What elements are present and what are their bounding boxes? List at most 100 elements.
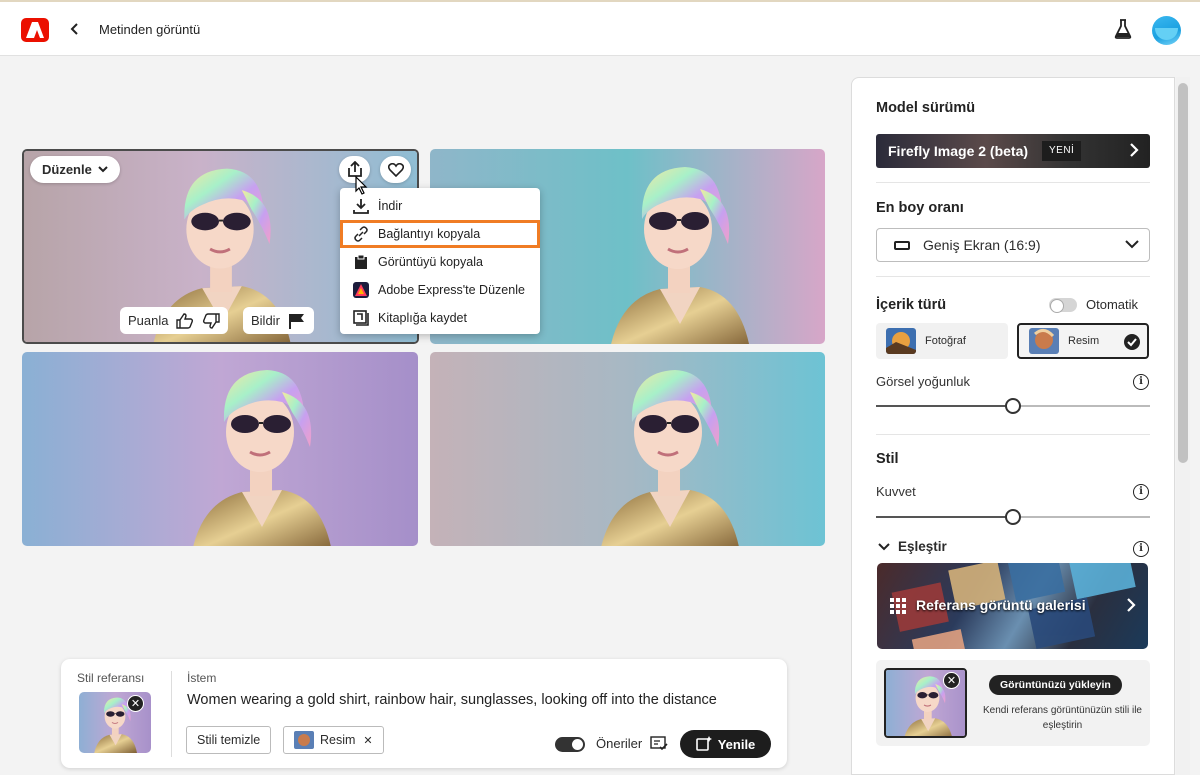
gallery-label: Referans görüntü galerisi	[916, 597, 1086, 613]
style-reference-label: Stil referansı	[77, 671, 145, 685]
model-version-title: Model sürümü	[876, 100, 976, 116]
strength-label: Kuvvet	[876, 484, 916, 499]
top-bar: Metinden görüntü	[0, 0, 1200, 56]
close-icon[interactable]: ✕	[363, 734, 372, 747]
slider-fill	[876, 405, 1013, 407]
photo-thumbnail	[886, 328, 916, 354]
chevron-right-icon	[1127, 598, 1136, 612]
upload-image-button[interactable]: Görüntünüzü yükleyin	[989, 675, 1122, 695]
chevron-down-icon	[98, 166, 108, 173]
info-icon[interactable]: i	[1133, 541, 1149, 557]
flask-icon[interactable]	[1114, 19, 1132, 44]
menu-item-label: Kitaplığa kaydet	[378, 311, 467, 325]
suggestions-label: Öneriler	[596, 736, 643, 751]
page-title: Metinden görüntü	[99, 22, 201, 37]
aspect-ratio-title: En boy oranı	[876, 200, 964, 216]
heart-icon	[387, 162, 404, 177]
scroll-thumb[interactable]	[1178, 83, 1188, 463]
prompt-bar: Stil referansı ✕ İstem Women wearing a g…	[61, 659, 787, 768]
model-version-button[interactable]: Firefly Image 2 (beta) YENİ	[876, 134, 1150, 168]
prompt-label: İstem	[187, 671, 217, 685]
photo-label: Fotoğraf	[925, 335, 966, 347]
avatar[interactable]	[1152, 16, 1181, 45]
divider	[876, 276, 1150, 277]
menu-item-label: İndir	[378, 199, 403, 213]
divider	[876, 182, 1150, 183]
thumbs-down-icon[interactable]	[202, 312, 221, 329]
art-style-chip[interactable]: Resim ✕	[283, 726, 384, 754]
art-chip-thumbnail	[294, 731, 314, 749]
art-label: Resim	[1068, 335, 1100, 347]
slider-knob[interactable]	[1005, 398, 1021, 414]
generated-image-4[interactable]	[430, 352, 825, 546]
clear-style-button[interactable]: Stili temizle	[186, 726, 272, 754]
rate-pill: Puanla	[120, 307, 229, 334]
aspect-ratio-select[interactable]: Geniş Ekran (16:9)	[876, 228, 1150, 262]
chevron-down-icon	[1125, 240, 1139, 249]
upload-reference-box: ✕ Görüntünüzü yükleyin Kendi referans gö…	[876, 660, 1150, 746]
match-section-toggle[interactable]: Eşleştir	[878, 539, 947, 554]
art-chip-label: Resim	[320, 733, 356, 747]
menu-item-label: Adobe Express'te Düzenle	[378, 283, 525, 297]
remove-reference-icon[interactable]: ✕	[943, 672, 960, 689]
flag-icon	[288, 313, 304, 329]
new-badge: YENİ	[1042, 141, 1082, 161]
content-type-title: İçerik türü	[876, 297, 947, 313]
grid-icon	[890, 598, 906, 614]
visual-intensity-label: Görsel yoğunluk	[876, 374, 970, 389]
match-label: Eşleştir	[898, 539, 947, 554]
menu-item-label: Görüntüyü kopyala	[378, 255, 483, 269]
content-type-art[interactable]: Resim	[1017, 323, 1149, 359]
menu-item-adobe-express[interactable]: Adobe Express'te Düzenle	[340, 276, 540, 304]
report-label: Bildir	[251, 313, 280, 328]
back-chevron-icon[interactable]	[67, 19, 83, 39]
adobe-logo-icon[interactable]	[21, 18, 49, 42]
divider	[171, 671, 172, 757]
edit-dropdown-button[interactable]: Düzenle	[30, 156, 120, 183]
slider-fill	[876, 516, 1013, 518]
rate-label: Puanla	[128, 313, 169, 328]
generate-label: Yenile	[717, 736, 756, 752]
mouse-cursor-icon	[355, 176, 368, 195]
divider	[876, 434, 1150, 435]
aspect-ratio-value: Geniş Ekran (16:9)	[923, 237, 1041, 253]
visual-intensity-slider[interactable]	[876, 398, 1150, 414]
favorite-button[interactable]	[380, 156, 411, 183]
clipboard-icon	[352, 253, 370, 271]
edit-label: Düzenle	[42, 162, 92, 177]
content-type-photo[interactable]: Fotoğraf	[876, 323, 1008, 359]
prompt-input[interactable]: Women wearing a gold shirt, rainbow hair…	[187, 692, 717, 708]
menu-item-copy-link[interactable]: Bağlantıyı kopyala	[340, 220, 540, 248]
report-button[interactable]: Bildir	[243, 307, 314, 334]
suggestions-settings-icon[interactable]	[650, 736, 668, 752]
generated-image-3[interactable]	[22, 352, 418, 546]
library-icon	[352, 309, 370, 327]
menu-item-download[interactable]: İndir	[340, 192, 540, 220]
thumbs-up-icon[interactable]	[176, 312, 194, 329]
widescreen-icon	[894, 240, 910, 250]
slider-knob[interactable]	[1005, 509, 1021, 525]
share-menu: İndir Bağlantıyı kopyala Görüntüyü kopya…	[340, 188, 540, 334]
menu-item-copy-image[interactable]: Görüntüyü kopyala	[340, 248, 540, 276]
art-thumbnail	[1029, 328, 1059, 354]
suggestions-toggle[interactable]	[555, 737, 585, 752]
info-icon[interactable]: i	[1133, 374, 1149, 390]
info-icon[interactable]: i	[1133, 484, 1149, 500]
chevron-down-icon	[878, 542, 890, 550]
remove-style-reference-icon[interactable]: ✕	[127, 695, 144, 712]
chevron-right-icon	[1130, 143, 1139, 157]
strength-slider[interactable]	[876, 509, 1150, 525]
upload-description: Kendi referans görüntünüzün stili ile eş…	[983, 705, 1142, 731]
reference-gallery-button[interactable]: Referans görüntü galerisi	[877, 563, 1148, 649]
download-icon	[352, 197, 370, 215]
auto-toggle[interactable]	[1049, 298, 1077, 313]
style-title: Stil	[876, 451, 899, 467]
menu-item-save-library[interactable]: Kitaplığa kaydet	[340, 304, 540, 332]
checkmark-icon	[1124, 334, 1140, 350]
generate-button[interactable]: Yenile	[680, 730, 771, 758]
model-version-value: Firefly Image 2 (beta)	[888, 143, 1029, 159]
panel-scrollbar[interactable]	[1176, 77, 1190, 775]
link-icon	[352, 225, 370, 243]
sparkle-refresh-icon	[695, 736, 712, 751]
auto-label: Otomatik	[1086, 297, 1139, 312]
